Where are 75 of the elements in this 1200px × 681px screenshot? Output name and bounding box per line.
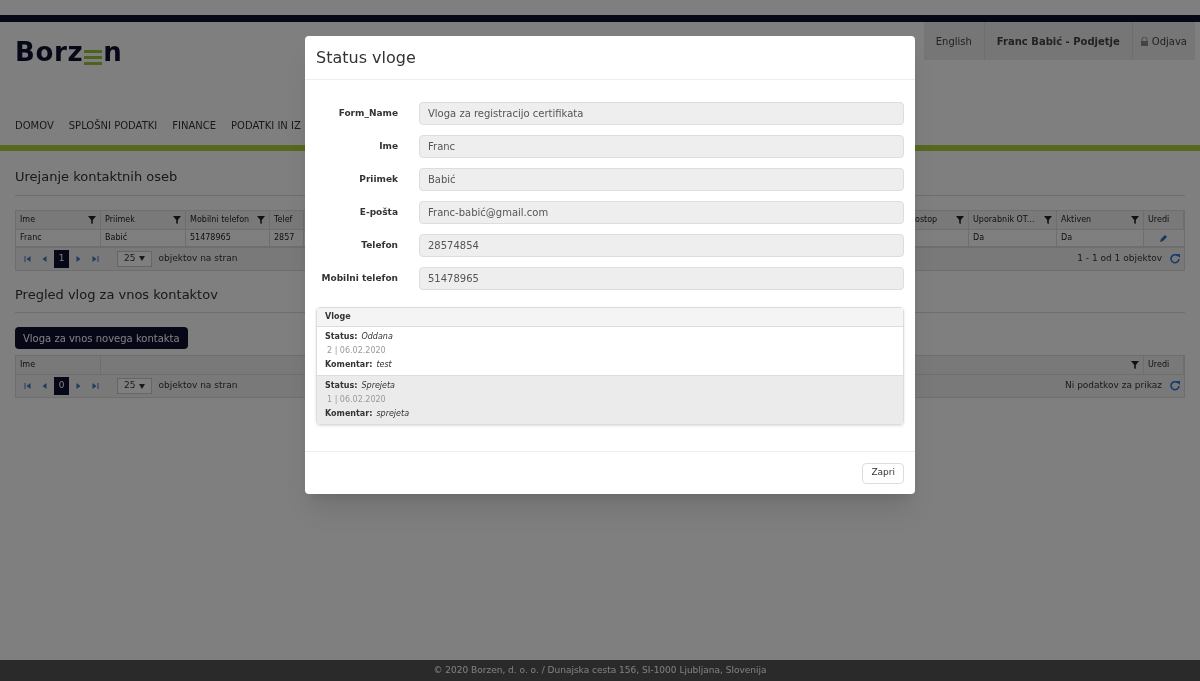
column-header[interactable]: Uredi — [1148, 213, 1170, 226]
new-contact-button[interactable]: Vloga za vnos novega kontakta — [15, 327, 188, 349]
nav-link[interactable]: FINANCE — [172, 118, 217, 133]
page-button[interactable]: 0 — [54, 377, 69, 395]
column-header[interactable]: Mobilni telefon — [190, 213, 250, 226]
status-label: Status: — [325, 380, 358, 392]
comment-label: Komentar: — [325, 408, 373, 420]
column-header[interactable]: Aktiven — [1061, 213, 1092, 226]
column-header[interactable]: Telef — [274, 213, 293, 226]
filter-icon[interactable] — [1131, 361, 1139, 369]
field-label: Telefon — [360, 238, 398, 252]
field-label: Priimek — [358, 172, 398, 186]
input-field[interactable]: Franc-babić@gmail.com — [419, 201, 904, 224]
status-label: Status: — [325, 331, 358, 343]
pager-summary: Ni podatkov za prikaz — [1065, 379, 1162, 393]
lock-icon — [1140, 36, 1148, 46]
page-button[interactable]: 1 — [54, 249, 69, 268]
field-label: Form_Name — [337, 106, 398, 120]
nav-link[interactable]: PODATKI IN IZ — [231, 118, 301, 133]
logo-text: n — [103, 36, 123, 69]
logo-e-icon — [84, 47, 103, 67]
status-value: Oddana — [361, 331, 393, 343]
filter-icon[interactable] — [257, 215, 265, 224]
close-button[interactable]: Zapri — [862, 462, 904, 484]
column-header[interactable]: Uredi — [1148, 359, 1170, 371]
caret-icon — [139, 256, 146, 261]
panel-title: Vloge — [325, 311, 351, 323]
request-entry[interactable]: Status: Oddana 2 | 06.02.2020 Komentar: test — [317, 327, 903, 375]
filter-icon[interactable] — [956, 215, 964, 224]
comment-value: sprejeta — [376, 408, 410, 420]
column-header[interactable]: Ime — [20, 359, 36, 371]
request-entry[interactable]: Status: Sprejeta 1 | 06.02.2020 Komentar: sprejeta — [317, 375, 903, 424]
table-cell: 2857 — [270, 229, 304, 246]
nav-link[interactable]: DOMOV — [15, 118, 54, 133]
column-header[interactable]: Uporabnik OT... — [973, 213, 1035, 226]
table-cell: Franc — [16, 229, 101, 246]
dialog-title: Status vloge — [316, 46, 416, 69]
field-label: Mobilni telefon — [320, 271, 398, 285]
column-header[interactable]: Priimek — [105, 213, 135, 226]
field-label: Ime — [378, 139, 398, 153]
input-field[interactable]: 28574854 — [419, 234, 904, 257]
pager-summary: 1 - 1 od 1 objektov — [1077, 251, 1162, 265]
table-cell: Da — [969, 229, 1057, 246]
comment-value: test — [376, 359, 392, 371]
nav-link[interactable]: SPLOŠNI PODATKI — [68, 118, 158, 133]
logout-link[interactable]: Odjava — [1132, 22, 1195, 60]
column-header[interactable]: ostop — [915, 213, 938, 226]
entry-meta: 2 | 06.02.2020 — [326, 345, 387, 357]
filter-icon[interactable] — [1044, 215, 1052, 224]
refresh-icon[interactable] — [1170, 253, 1180, 264]
page-size-select[interactable]: 25 — [117, 250, 153, 267]
entry-meta: 1 | 06.02.2020 — [326, 394, 387, 406]
pencil-icon[interactable] — [1160, 233, 1168, 242]
user-link[interactable]: Franc Babić - Podjetje — [984, 22, 1133, 60]
status-value: Sprejeta — [361, 380, 396, 392]
input-field[interactable]: Vloga za registracijo certifikata — [419, 102, 904, 125]
column-header[interactable]: Ime — [20, 213, 36, 226]
input-field[interactable]: Babić — [419, 168, 904, 191]
logo-text: Borz — [15, 36, 84, 69]
language-link[interactable]: English — [923, 22, 985, 60]
refresh-icon[interactable] — [1170, 381, 1180, 391]
caret-icon — [139, 383, 146, 389]
filter-icon[interactable] — [173, 215, 181, 224]
field-label: E-pošta — [358, 205, 398, 219]
filter-icon[interactable] — [1131, 215, 1139, 224]
table-cell: Babić — [101, 229, 186, 246]
filter-icon[interactable] — [88, 215, 96, 224]
comment-label: Komentar: — [325, 359, 373, 371]
input-field[interactable]: Franc — [419, 135, 904, 158]
table-cell: 51478965 — [186, 229, 270, 246]
page-size-select[interactable]: 25 — [117, 378, 153, 394]
page-size-label: objektov na stran — [158, 379, 238, 393]
page-size-label: objektov na stran — [158, 251, 238, 265]
input-field[interactable]: 51478965 — [419, 267, 904, 290]
footer-text: © 2020 Borzen, d. o. o. / Dunajska cesta 156, SI-1000 Ljubljana, Slovenija — [433, 663, 767, 677]
